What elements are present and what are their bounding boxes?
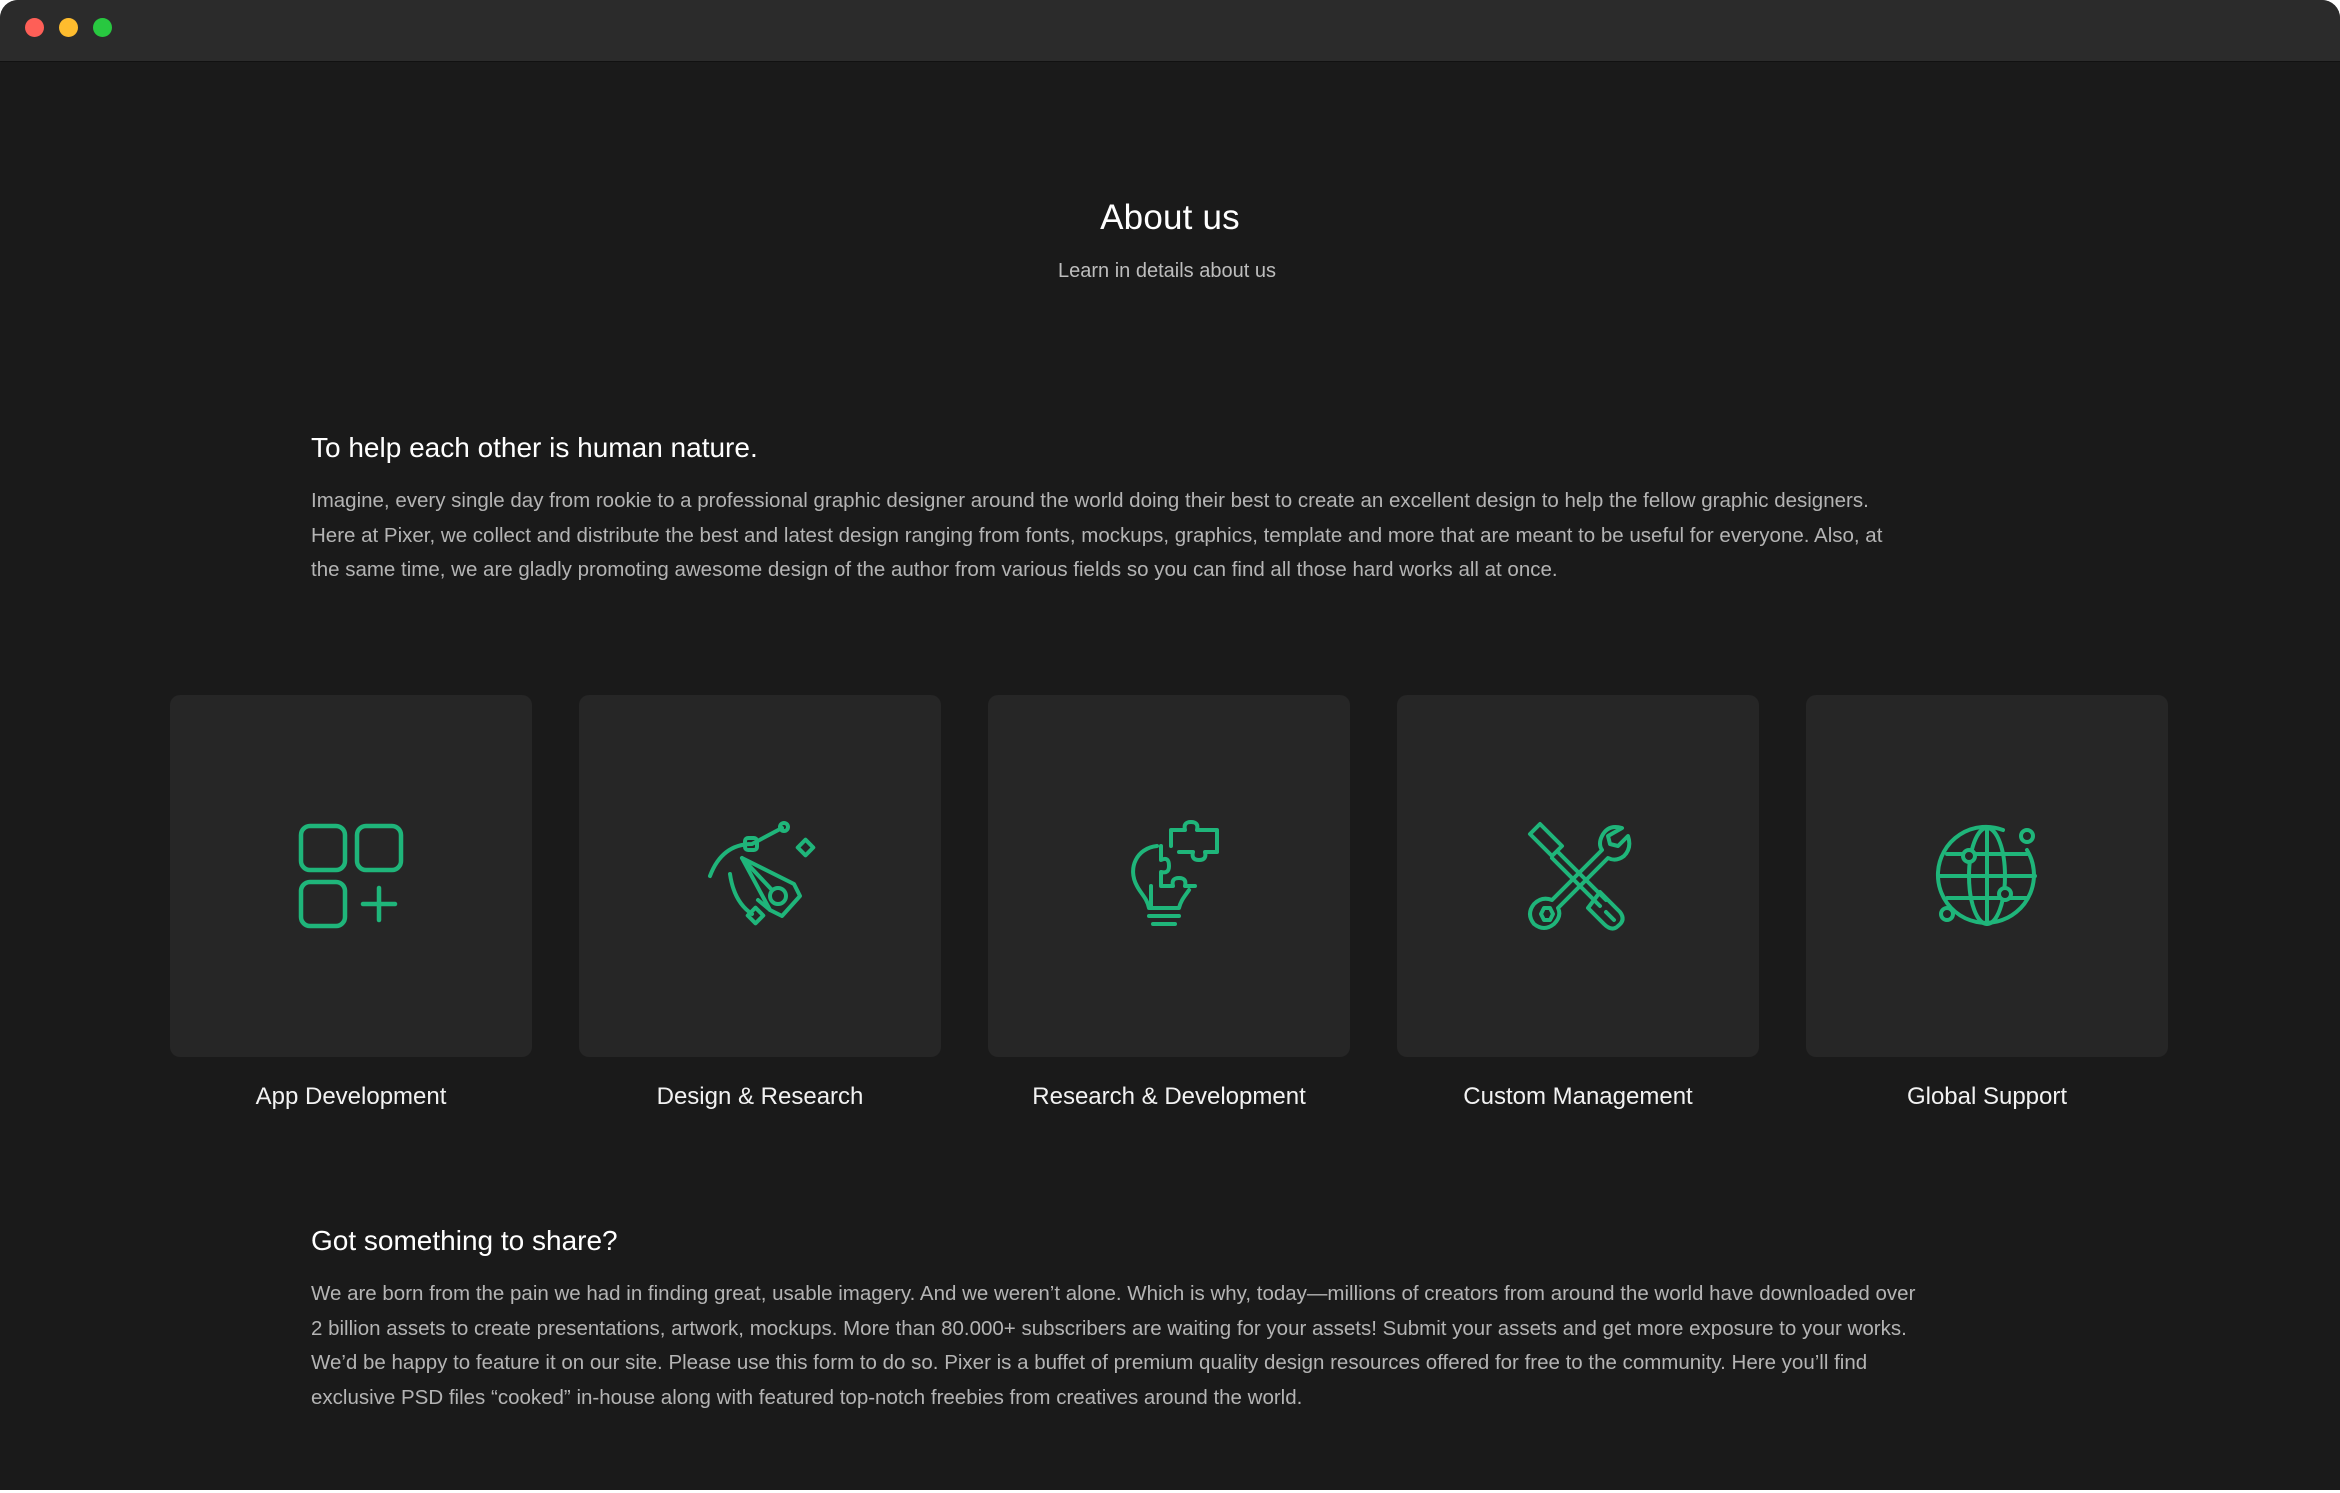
service-label: Custom Management bbox=[1463, 1083, 1693, 1110]
window-titlebar bbox=[0, 0, 2340, 62]
page-title: About us bbox=[1100, 198, 1240, 237]
page-subtitle: Learn in details about us bbox=[1058, 260, 1276, 282]
intro-paragraph: Imagine, every single day from rookie to… bbox=[311, 484, 2031, 588]
service-card-design-research[interactable]: Design & Research bbox=[579, 695, 941, 1113]
service-label: Global Support bbox=[1906, 1083, 2068, 1110]
minimize-window-button[interactable] bbox=[59, 18, 78, 37]
service-card-app-development[interactable]: App Development bbox=[170, 695, 532, 1113]
service-card-custom-management[interactable]: Custom Management bbox=[1397, 695, 1759, 1113]
lightbulb-puzzle-icon bbox=[1131, 820, 1219, 926]
browser-window: About us Learn in details about us To he… bbox=[0, 0, 2340, 1490]
service-label: App Development bbox=[255, 1083, 447, 1110]
app-grid-plus-icon bbox=[298, 823, 404, 929]
share-heading: Got something to share? bbox=[311, 1225, 618, 1256]
service-card-research-development[interactable]: Research & Development bbox=[988, 695, 1350, 1113]
share-line: 2 billion assets to create presentations… bbox=[311, 1316, 1907, 1340]
service-label: Design & Research bbox=[656, 1083, 864, 1110]
service-icon-tile[interactable] bbox=[170, 695, 532, 1057]
share-line: exclusive PSD files “cooked” in-house al… bbox=[311, 1385, 1303, 1409]
service-label: Research & Development bbox=[1032, 1083, 1306, 1110]
service-icon-tile[interactable] bbox=[1397, 695, 1759, 1057]
close-window-button[interactable] bbox=[25, 18, 44, 37]
share-paragraph: We are born from the pain we had in find… bbox=[311, 1277, 2031, 1415]
services-grid: App Development Design & Research Resear… bbox=[170, 695, 2170, 1115]
service-icon-tile[interactable] bbox=[988, 695, 1350, 1057]
intro-line: Here at Pixer, we collect and distribute… bbox=[311, 523, 1883, 547]
maximize-window-button[interactable] bbox=[93, 18, 112, 37]
intro-line: the same time, we are gladly promoting a… bbox=[311, 558, 1558, 581]
globe-network-icon bbox=[1935, 824, 2037, 926]
pen-tool-icon bbox=[708, 821, 816, 926]
service-card-global-support[interactable]: Global Support bbox=[1806, 695, 2168, 1113]
service-icon-tile[interactable] bbox=[579, 695, 941, 1057]
service-icon-tile[interactable] bbox=[1806, 695, 2168, 1057]
wrench-screwdriver-icon bbox=[1528, 822, 1632, 931]
intro-heading: To help each other is human nature. bbox=[311, 432, 758, 463]
intro-line: Imagine, every single day from rookie to… bbox=[311, 489, 1869, 512]
share-line: We are born from the pain we had in find… bbox=[311, 1282, 1916, 1305]
share-line: We’d be happy to feature it on our site.… bbox=[311, 1351, 1868, 1374]
